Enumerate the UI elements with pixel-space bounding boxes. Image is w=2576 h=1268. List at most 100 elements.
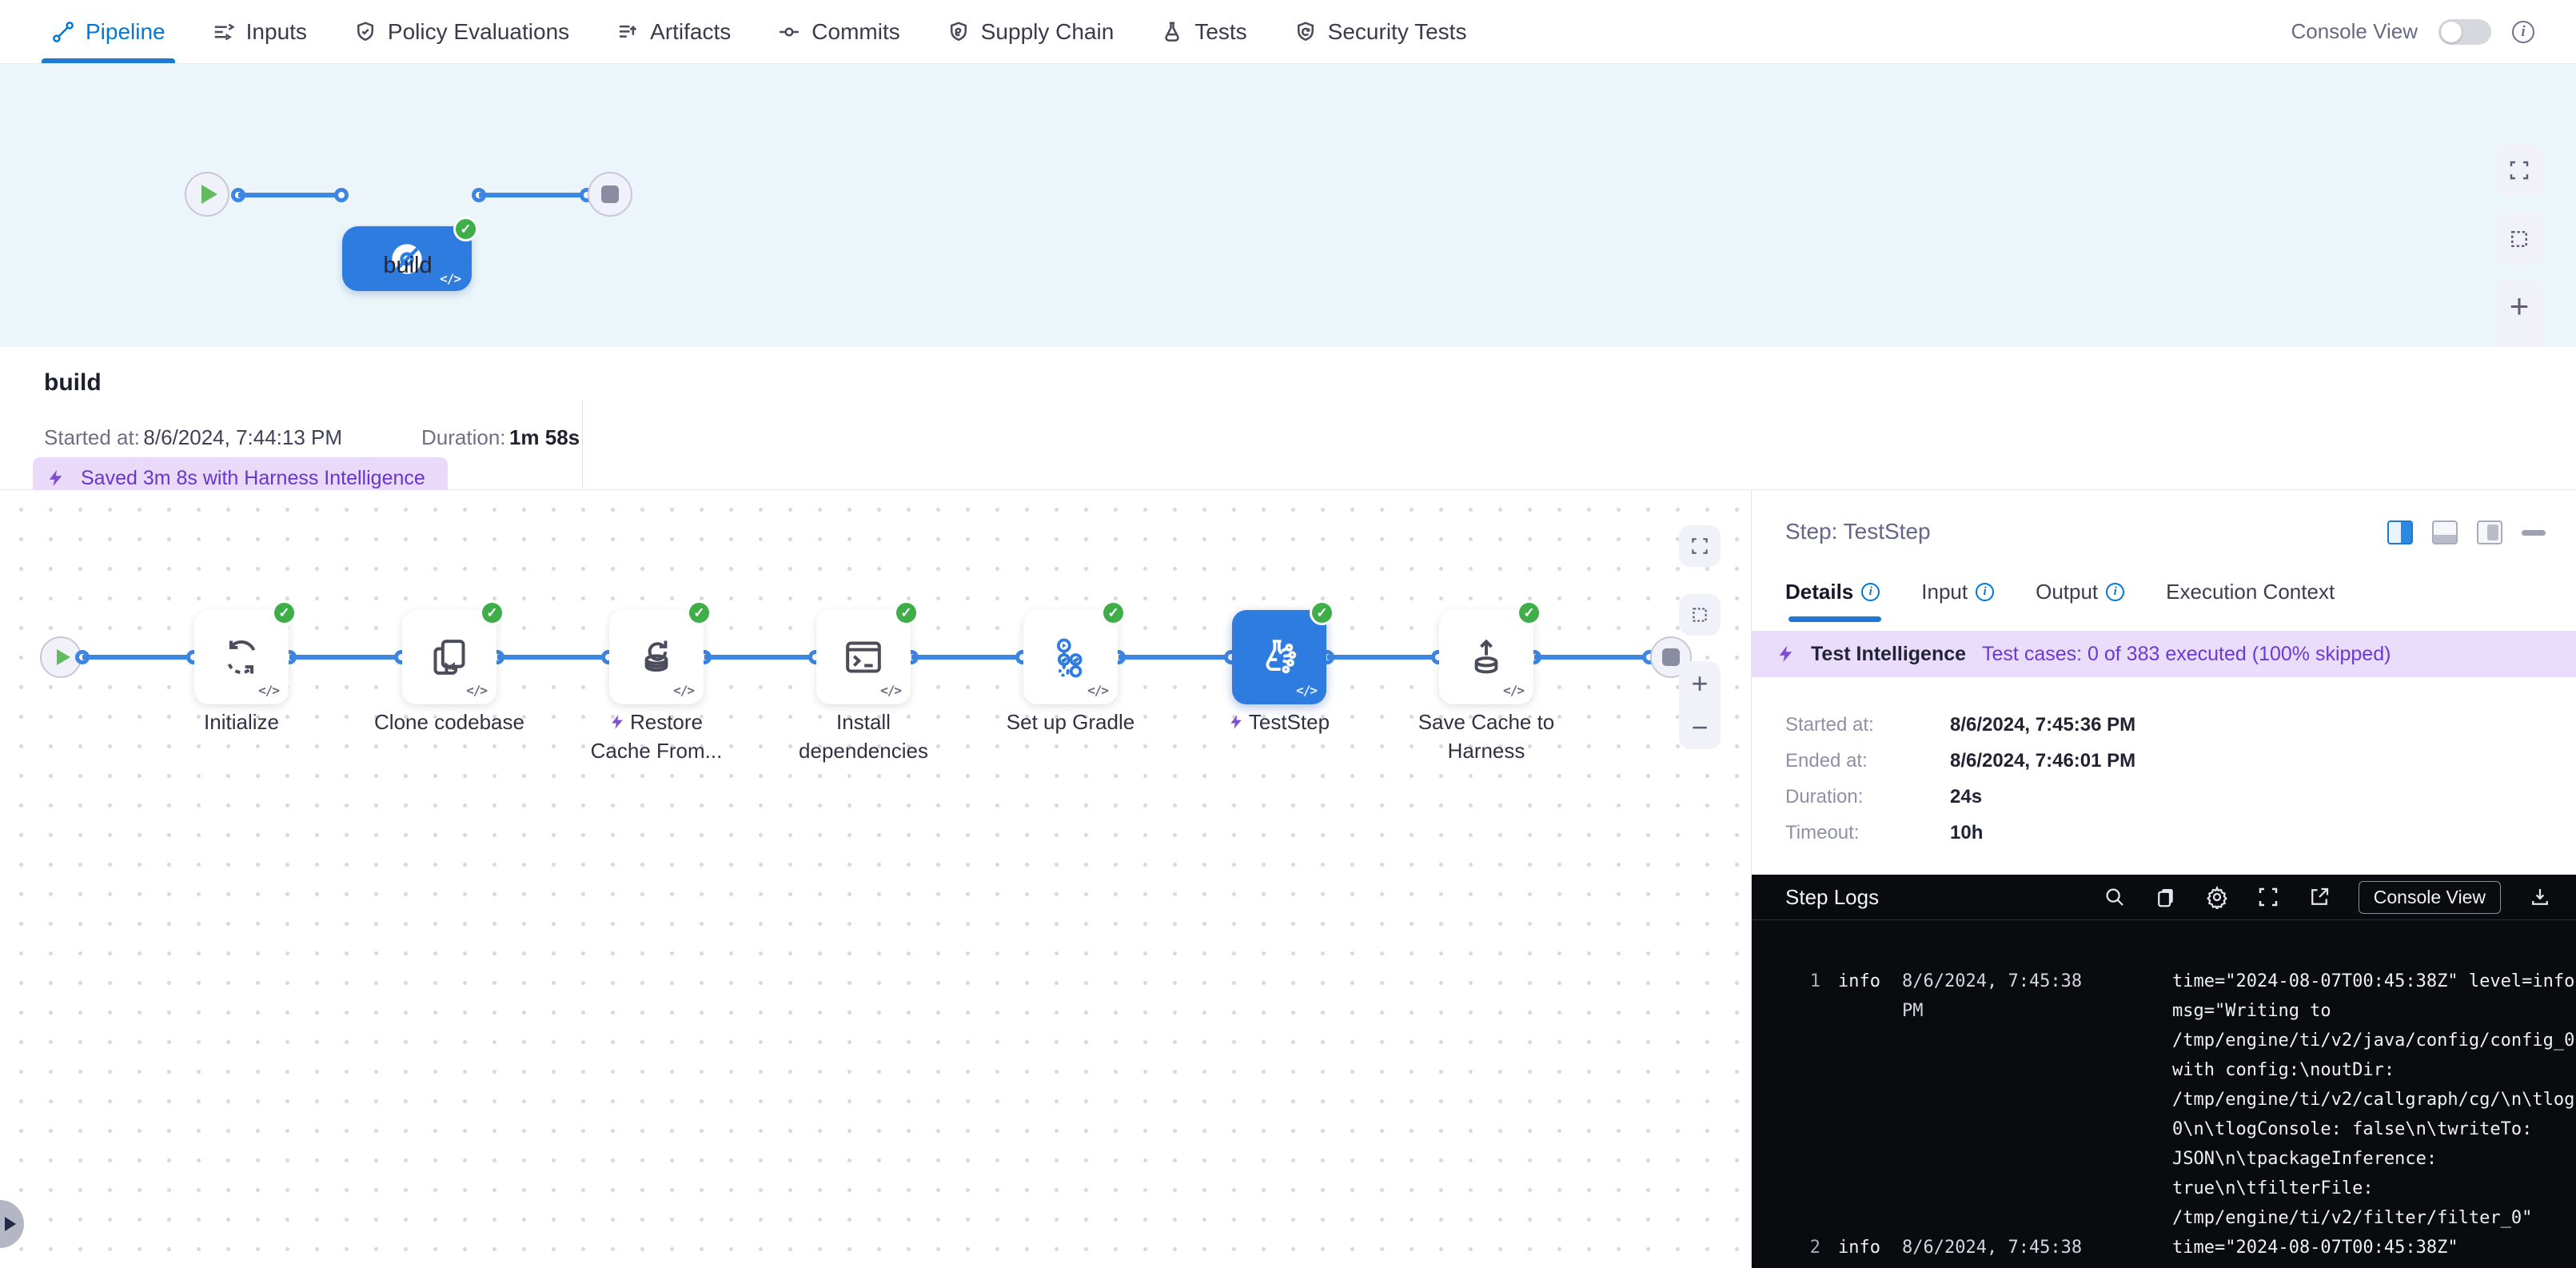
field-row: Started at: 8/6/2024, 7:45:36 PM [1785, 714, 2135, 736]
zoom-out-button[interactable]: − [1691, 713, 1708, 742]
code-glyph-icon: </> [466, 683, 487, 698]
tab-label: Inputs [246, 19, 307, 45]
field-label: Duration: [1785, 786, 1950, 808]
log-entry: 1 info 8/6/2024, 7:45:38 PM time="2024-0… [1793, 967, 2576, 1233]
play-icon [57, 649, 70, 665]
download-icon[interactable] [2528, 885, 2552, 909]
layout-drawer-button[interactable] [2477, 520, 2502, 544]
step-node-teststep[interactable]: ✓ </> [1232, 610, 1326, 704]
field-label: Ended at: [1785, 750, 1950, 772]
log-level: info [1838, 1233, 1889, 1268]
tab-policy-evaluations[interactable]: Policy Evaluations [353, 0, 569, 63]
info-icon[interactable]: i [2512, 21, 2534, 43]
tabs: Pipeline Inputs Policy Evaluations Artif… [51, 0, 1466, 63]
tab-pipeline[interactable]: Pipeline [51, 0, 165, 63]
tab-tests[interactable]: Tests [1160, 0, 1246, 63]
layout-split-right-button[interactable] [2387, 520, 2413, 544]
code-glyph-icon: </> [258, 683, 279, 698]
tab-output[interactable]: Outputi [2036, 580, 2124, 604]
log-message: time="2024-08-07T00:45:38Z" level=info m… [2172, 967, 2576, 1233]
step-node-save-cache[interactable]: ✓ </> [1439, 610, 1533, 704]
marquee-select-button[interactable] [1679, 594, 1721, 636]
step-node-initialize[interactable]: ✓ </> [194, 610, 289, 704]
field-value: 8/6/2024, 7:46:01 PM [1950, 750, 2135, 772]
copy-icon[interactable] [2154, 885, 2178, 909]
step-node-clone-codebase[interactable]: ✓ </> [402, 610, 496, 704]
pipeline-edge [472, 188, 594, 202]
settings-gear-icon[interactable] [2205, 885, 2229, 909]
zoom-in-button[interactable]: + [1691, 669, 1708, 698]
field-row: Ended at: 8/6/2024, 7:46:01 PM [1785, 750, 2135, 772]
play-icon [201, 185, 217, 204]
step-node-restore-cache[interactable]: ✓ </> [609, 610, 704, 704]
intelligence-badge-text: Saved 3m 8s with Harness Intelligence [81, 467, 425, 490]
fullscreen-icon[interactable] [2256, 885, 2280, 909]
zoom-in-button[interactable]: + [2510, 289, 2530, 323]
step-detail-tabs: Detailsi Inputi Outputi Execution Contex… [1785, 580, 2335, 604]
console-view-toggle[interactable] [2438, 19, 2491, 45]
supply-chain-icon [947, 20, 971, 44]
stop-icon [601, 185, 619, 203]
stage-summary: build Started at: 8/6/2024, 7:44:13 PM D… [0, 347, 2576, 489]
log-line-number: 1 [1793, 967, 1820, 1233]
success-check-icon: ✓ [1101, 600, 1126, 625]
tab-label: Tests [1194, 19, 1246, 45]
step-node-set-up-gradle[interactable]: ✓ </> [1023, 610, 1118, 704]
field-row: Duration: 24s [1785, 786, 2135, 808]
log-message: time="2024-08-07T00:45:38Z" [2172, 1233, 2576, 1268]
ti-banner-text: Test cases: 0 of 383 executed (100% skip… [1982, 643, 2391, 666]
info-icon[interactable]: i [1976, 583, 1994, 601]
pipeline-end-node[interactable] [588, 172, 632, 217]
install-dependencies-icon [841, 635, 886, 680]
console-view-button[interactable]: Console View [2359, 881, 2501, 914]
layout-split-bottom-button[interactable] [2432, 520, 2458, 544]
field-label: Timeout: [1785, 822, 1950, 844]
teststep-icon [1257, 635, 1302, 680]
fullscreen-icon [1689, 536, 1710, 556]
started-at-value: 8/6/2024, 7:44:13 PM [143, 425, 342, 449]
pipeline-edge [231, 188, 349, 202]
pipeline-start-node[interactable] [185, 172, 229, 217]
log-lines[interactable]: 1 info 8/6/2024, 7:45:38 PM time="2024-0… [1752, 920, 2576, 1268]
restore-cache-icon [634, 635, 679, 680]
field-label: Started at: [1785, 714, 1950, 736]
tab-details[interactable]: Detailsi [1785, 580, 1880, 604]
duration-label: Duration: [421, 425, 506, 449]
info-icon[interactable]: i [1861, 583, 1880, 601]
tab-inputs[interactable]: Inputs [212, 0, 307, 63]
minimize-panel-button[interactable] [2522, 530, 2546, 536]
tab-input[interactable]: Inputi [1921, 580, 1994, 604]
success-check-icon: ✓ [687, 600, 712, 625]
success-check-icon: ✓ [894, 600, 919, 625]
search-icon[interactable] [2103, 885, 2127, 909]
success-check-icon: ✓ [1517, 600, 1541, 625]
log-level: info [1838, 967, 1889, 1233]
stage-steps-canvas[interactable]: ✓ </> Initialize ✓ </> Clone codebase ✓ [0, 490, 1751, 1268]
policy-evaluations-icon [353, 20, 377, 44]
tab-execution-context[interactable]: Execution Context [2166, 580, 2335, 604]
code-glyph-icon: </> [1503, 683, 1524, 698]
step-label-save-cache: Save Cache to Harness [1366, 708, 1606, 765]
step-node-install-dependencies[interactable]: ✓ </> [816, 610, 911, 704]
tab-label: Pipeline [86, 19, 165, 45]
lightning-bolt-icon [1777, 643, 1795, 665]
info-icon[interactable]: i [2106, 583, 2124, 601]
execution-tab-bar: Pipeline Inputs Policy Evaluations Artif… [0, 0, 2576, 64]
tab-commits[interactable]: Commits [777, 0, 899, 63]
open-in-new-icon[interactable] [2307, 885, 2331, 909]
step-label-clone-codebase: Clone codebase [329, 708, 569, 736]
tab-security-tests[interactable]: Security Tests [1294, 0, 1467, 63]
pipeline-icon [51, 20, 75, 44]
code-glyph-icon: </> [1296, 683, 1317, 698]
security-tests-icon [1294, 20, 1318, 44]
expand-panel-handle[interactable] [0, 1200, 24, 1248]
started-at-label: Started at: [44, 425, 140, 449]
fullscreen-button[interactable] [1679, 525, 1721, 567]
test-intelligence-banner[interactable]: Test Intelligence Test cases: 0 of 383 e… [1752, 631, 2576, 677]
tab-supply-chain[interactable]: Supply Chain [947, 0, 1115, 63]
fullscreen-button[interactable] [2494, 146, 2544, 195]
tab-artifacts[interactable]: Artifacts [616, 0, 731, 63]
step-label-set-up-gradle: Set up Gradle [951, 708, 1190, 736]
pipeline-canvas[interactable]: ✓ </> build + − [0, 64, 2576, 347]
marquee-select-button[interactable] [2494, 214, 2544, 264]
